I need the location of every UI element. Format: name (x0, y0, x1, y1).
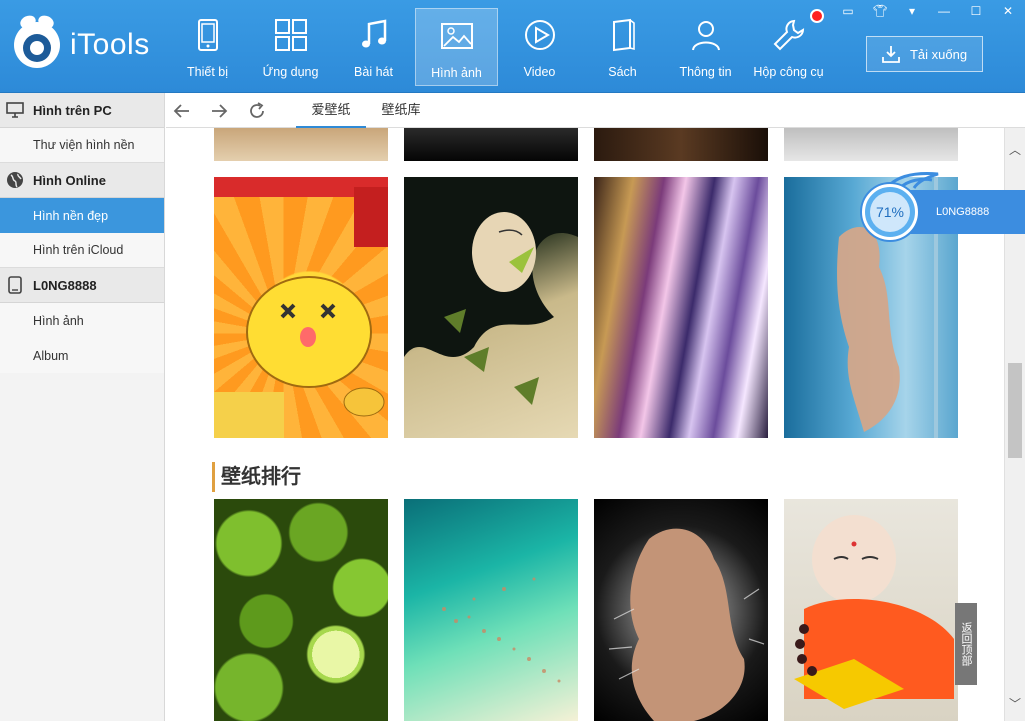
play-circle-icon (524, 20, 555, 50)
maximize-icon[interactable]: ☐ (965, 2, 987, 20)
main-nav: Thiết bị Ứng dụng Bài hát Hình ảnh Video… (166, 0, 830, 93)
wallpaper-thumbnail[interactable] (784, 499, 958, 721)
sidebar-item-hinh-nen-dep[interactable]: Hình nền đẹp (0, 198, 164, 233)
nav-label: Ứng dụng (262, 65, 319, 79)
sidebar-item-label: Hình ảnh (33, 313, 84, 328)
scroll-down-icon[interactable]: ﹀ (1005, 694, 1025, 714)
nav-label: Sách (608, 65, 637, 79)
wallpaper-thumbnail[interactable] (404, 177, 578, 438)
sidebar-section-pc[interactable]: Hình trên PC (0, 93, 164, 128)
wallpaper-thumbnail[interactable] (784, 128, 958, 161)
progress-percent: 71% (870, 192, 910, 232)
sidebar: Hình trên PC Thư viện hình nền Hình Onli… (0, 93, 165, 721)
wallpaper-thumbnail[interactable] (214, 499, 388, 721)
apps-grid-icon (274, 19, 307, 51)
nav-label: Thông tin (679, 65, 732, 79)
tab-bizhi-ku[interactable]: 壁纸库 (371, 93, 431, 128)
sidebar-item-hinh-anh[interactable]: Hình ảnh (0, 303, 164, 338)
sidebar-item-thu-vien-hinh-nen[interactable]: Thư viện hình nền (0, 128, 164, 163)
nav-video[interactable]: Video (498, 0, 581, 93)
sidebar-item-hinh-tren-icloud[interactable]: Hình trên iCloud (0, 233, 164, 268)
nav-label: Hộp công cụ (753, 65, 824, 79)
wrench-icon (773, 19, 804, 51)
wallpaper-thumbnail[interactable] (214, 177, 388, 438)
globe-icon (6, 171, 24, 189)
minimize-icon[interactable]: — (933, 2, 955, 20)
content-toolbar: 爱壁纸 壁纸库 (166, 93, 1025, 128)
monitor-icon (6, 101, 24, 119)
scroll-up-icon[interactable]: ︿ (1005, 140, 1025, 160)
download-button-label: Tải xuống (909, 46, 968, 62)
nav-label: Bài hát (354, 65, 393, 79)
picture-icon (440, 23, 473, 49)
download-icon (882, 46, 900, 63)
back-arrow-icon[interactable] (172, 101, 192, 121)
close-icon[interactable]: ✕ (997, 2, 1019, 20)
wallpaper-thumbnail[interactable] (404, 128, 578, 161)
refresh-icon[interactable] (247, 101, 267, 121)
nav-thiet-bi[interactable]: Thiết bị (166, 0, 249, 93)
sidebar-section-label: Hình Online (33, 172, 106, 188)
message-icon[interactable]: ▭ (837, 2, 859, 20)
sidebar-item-label: Thư viện hình nền (33, 138, 135, 152)
tab-label: 壁纸库 (381, 102, 421, 117)
music-note-icon (361, 19, 386, 48)
nav-sach[interactable]: Sách (581, 0, 664, 93)
nav-hinh-anh[interactable]: Hình ảnh (415, 8, 498, 86)
wallpaper-thumbnail[interactable] (404, 499, 578, 721)
sidebar-section-label: L0NG8888 (33, 277, 97, 293)
nav-ung-dung[interactable]: Ứng dụng (249, 0, 332, 93)
section-title: 壁纸排行 (212, 462, 301, 492)
splash-photo-image (608, 528, 765, 721)
progress-device-name: L0NG8888 (936, 206, 990, 218)
wallpaper-thumbnail[interactable] (594, 499, 768, 721)
forward-arrow-icon[interactable] (209, 101, 229, 121)
sidebar-item-label: Album (33, 348, 69, 363)
sidebar-item-label: Hình nền đẹp (33, 208, 109, 223)
sidebar-section-device[interactable]: L0NG8888 (0, 268, 164, 303)
sidebar-section-online[interactable]: Hình Online (0, 163, 164, 198)
anime-girl-image (404, 177, 578, 405)
top-bar: iTools Thiết bị Ứng dụng Bài hát Hình ản… (0, 0, 1025, 93)
itools-logo-icon (14, 13, 60, 68)
person-icon (691, 21, 720, 51)
sidebar-item-label: Hình trên iCloud (33, 243, 124, 257)
notification-dot (810, 9, 824, 23)
progress-circle: 71% (862, 184, 918, 240)
app-logo-text: iTools (70, 28, 150, 61)
wallpaper-thumbnail[interactable] (594, 177, 768, 438)
buddha-doll-image (794, 515, 954, 709)
cartoon-cat-image (214, 177, 388, 438)
back-to-top-button[interactable]: 返回顶部 (955, 603, 977, 685)
nav-thong-tin[interactable]: Thông tin (664, 0, 747, 93)
menu-dropdown-icon[interactable]: ▾ (901, 2, 923, 20)
app-logo: iTools (14, 13, 150, 68)
sidebar-item-album[interactable]: Album (0, 338, 164, 373)
wallpaper-thumbnail[interactable] (214, 128, 388, 161)
scrollbar-thumb[interactable] (1008, 363, 1022, 458)
nav-hop-cong-cu[interactable]: Hộp công cụ (747, 0, 830, 93)
sidebar-section-label: Hình trên PC (33, 102, 112, 118)
tab-ai-bizhi[interactable]: 爱壁纸 (296, 93, 366, 128)
nav-label: Video (523, 65, 556, 79)
skin-shirt-icon[interactable]: 👕︎ (869, 2, 891, 20)
tab-label: 爱壁纸 (311, 102, 351, 117)
abstract-teal-image (442, 577, 561, 683)
nav-label: Hình ảnh (431, 66, 482, 80)
wallpaper-thumbnail[interactable] (594, 128, 768, 161)
phone-icon (197, 19, 218, 51)
nav-label: Thiết bị (187, 65, 228, 79)
nav-bai-hat[interactable]: Bài hát (332, 0, 415, 93)
book-icon (612, 18, 635, 52)
window-controls: ▭ 👕︎ ▾ — ☐ ✕ (837, 2, 1019, 20)
download-button[interactable]: Tải xuống (866, 36, 983, 72)
device-icon (6, 276, 24, 294)
